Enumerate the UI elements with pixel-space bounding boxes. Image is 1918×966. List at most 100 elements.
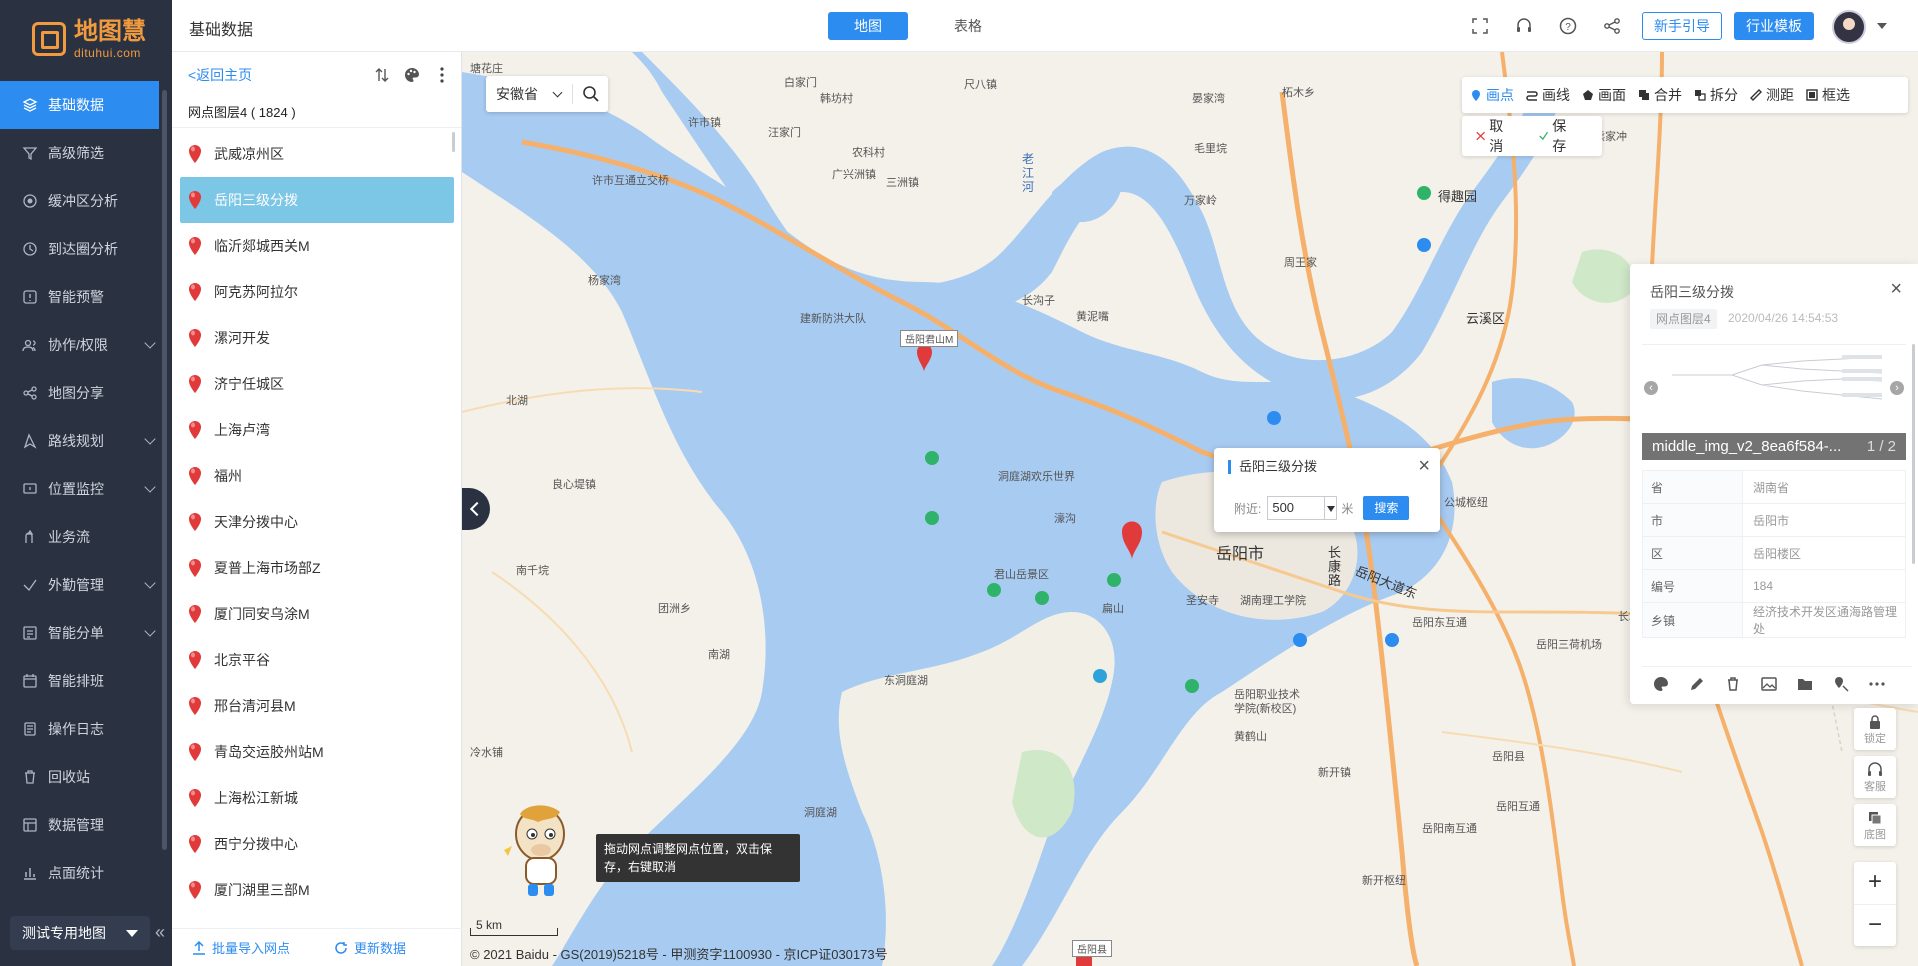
- pin-move-icon[interactable]: [1830, 673, 1852, 695]
- tool-merge[interactable]: 合并: [1638, 85, 1682, 105]
- fullscreen-icon[interactable]: [1468, 14, 1492, 38]
- sidebar-item-9[interactable]: 业务流: [0, 513, 172, 561]
- search-button[interactable]: 搜索: [1363, 496, 1410, 520]
- sidebar-item-16[interactable]: 点面统计: [0, 849, 172, 897]
- list-item[interactable]: 夏普上海市场部Z: [172, 545, 462, 591]
- guide-button[interactable]: 新手引导: [1642, 12, 1722, 40]
- industry-template-button[interactable]: 行业模板: [1734, 12, 1814, 40]
- layer-list-scrollbar[interactable]: [452, 132, 455, 152]
- zoom-out-button[interactable]: −: [1854, 904, 1896, 946]
- radius-input[interactable]: 500: [1267, 496, 1326, 520]
- share-icon[interactable]: [1600, 14, 1624, 38]
- map-selector[interactable]: 测试专用地图: [10, 916, 150, 950]
- update-data-button[interactable]: 更新数据: [334, 938, 428, 957]
- close-icon[interactable]: ×: [1418, 456, 1430, 476]
- zoom-in-button[interactable]: +: [1854, 862, 1896, 904]
- logo[interactable]: 地图慧 dituhui.com: [0, 0, 172, 78]
- more-horizontal-icon[interactable]: [1866, 673, 1888, 695]
- list-item[interactable]: …: [172, 913, 462, 919]
- collapse-sidebar-icon[interactable]: «: [155, 922, 165, 943]
- palette-icon[interactable]: [403, 66, 421, 84]
- sidebar-item-2[interactable]: 缓冲区分析: [0, 177, 172, 225]
- image-caption-text: middle_img_v2_8ea6f584-...: [1652, 438, 1842, 455]
- detail-image-carousel[interactable]: ‹ › middle_img_v2_8ea6f584-... 1 / 2: [1642, 344, 1906, 460]
- list-item[interactable]: 临沂郯城西关M: [172, 223, 462, 269]
- sidebar-item-6[interactable]: 地图分享: [0, 369, 172, 417]
- sidebar-item-label: 缓冲区分析: [48, 193, 118, 209]
- sidebar-item-7[interactable]: 路线规划: [0, 417, 172, 465]
- sidebar-item-11[interactable]: 智能分单: [0, 609, 172, 657]
- map-pin-icon: [189, 237, 201, 255]
- tool-label: 拆分: [1710, 87, 1738, 103]
- list-item[interactable]: 西宁分拨中心: [172, 821, 462, 867]
- batch-import-button[interactable]: 批量导入网点: [192, 938, 312, 957]
- list-item[interactable]: 岳阳三级分拨: [180, 177, 454, 223]
- sidebar-scrollbar[interactable]: [162, 90, 167, 850]
- close-icon[interactable]: ×: [1890, 278, 1902, 301]
- tab-map[interactable]: 地图: [828, 12, 908, 40]
- back-home-link[interactable]: <返回主页: [188, 65, 252, 85]
- delete-icon[interactable]: [1722, 673, 1744, 695]
- sidebar-item-10[interactable]: 外勤管理: [0, 561, 172, 609]
- layer-header[interactable]: 网点图层4 ( 1824 ): [172, 98, 461, 128]
- map-label: 晏家湾: [1192, 93, 1225, 105]
- sidebar-item-4[interactable]: 智能预警: [0, 273, 172, 321]
- more-vertical-icon[interactable]: [433, 66, 451, 84]
- radius-dropdown[interactable]: [1325, 496, 1338, 520]
- headset-icon: [1868, 762, 1882, 776]
- list-item[interactable]: 阿克苏阿拉尔: [172, 269, 462, 315]
- edit-icon[interactable]: [1686, 673, 1708, 695]
- sidebar-item-1[interactable]: 高级筛选: [0, 129, 172, 177]
- sidebar-item-13[interactable]: 操作日志: [0, 705, 172, 753]
- list-item[interactable]: 福州: [172, 453, 462, 499]
- sidebar-item-3[interactable]: 到达圈分析: [0, 225, 172, 273]
- sidebar-item-5[interactable]: 协作/权限: [0, 321, 172, 369]
- sidebar-item-15[interactable]: 数据管理: [0, 801, 172, 849]
- list-item[interactable]: 青岛交运胶州站M: [172, 729, 462, 775]
- list-item[interactable]: 北京平谷: [172, 637, 462, 683]
- list-item[interactable]: 厦门同安乌涂M: [172, 591, 462, 637]
- caret-down-icon[interactable]: [1877, 23, 1887, 29]
- tool-ruler[interactable]: 测距: [1750, 85, 1794, 105]
- tool-line[interactable]: 画线: [1526, 85, 1570, 105]
- sidebar-item-8[interactable]: 位置监控: [0, 465, 172, 513]
- province-select[interactable]: 安徽省: [486, 76, 608, 112]
- image-icon[interactable]: [1758, 673, 1780, 695]
- sidebar-item-0[interactable]: 基础数据: [0, 81, 159, 129]
- sidebar-item-12[interactable]: 智能排班: [0, 657, 172, 705]
- lock-button[interactable]: 锁定: [1854, 708, 1896, 750]
- sort-icon[interactable]: [373, 66, 391, 84]
- map-point-label[interactable]: 岳阳县: [1072, 940, 1112, 957]
- avatar[interactable]: [1832, 10, 1866, 44]
- folder-icon[interactable]: [1794, 673, 1816, 695]
- search-icon[interactable]: [582, 85, 600, 106]
- basemap-button[interactable]: 底图: [1854, 804, 1896, 846]
- cancel-button[interactable]: 取消: [1476, 116, 1525, 156]
- tool-box[interactable]: 框选: [1806, 85, 1850, 105]
- tool-split[interactable]: 拆分: [1694, 85, 1738, 105]
- list-item[interactable]: 邢台清河县M: [172, 683, 462, 729]
- tool-poly[interactable]: 画面: [1582, 85, 1626, 105]
- detail-scrollbar[interactable]: [1912, 344, 1915, 564]
- list-item[interactable]: 厦门湖里三部M: [172, 867, 462, 913]
- list-item[interactable]: 天津分拨中心: [172, 499, 462, 545]
- sidebar-item-14[interactable]: 回收站: [0, 753, 172, 801]
- list-item[interactable]: 漯河开发: [172, 315, 462, 361]
- headset-icon[interactable]: [1512, 14, 1536, 38]
- tool-pin[interactable]: 画点: [1470, 85, 1514, 105]
- top-header: 基础数据 地图 表格 ? 新手引导 行业模板: [172, 0, 1918, 52]
- list-item[interactable]: 济宁任城区: [172, 361, 462, 407]
- customer-service-button[interactable]: 客服: [1854, 756, 1896, 798]
- list-item[interactable]: 武威凉州区: [172, 131, 462, 177]
- help-icon[interactable]: ?: [1556, 14, 1580, 38]
- list-item[interactable]: 上海卢湾: [172, 407, 462, 453]
- carousel-prev-icon[interactable]: ‹: [1644, 381, 1658, 395]
- box-icon: [1806, 89, 1818, 101]
- carousel-next-icon[interactable]: ›: [1890, 381, 1904, 395]
- list-item[interactable]: 上海松江新城: [172, 775, 462, 821]
- tab-table[interactable]: 表格: [928, 12, 1008, 40]
- palette-icon[interactable]: [1650, 673, 1672, 695]
- field-value: 湖南省: [1742, 470, 1906, 504]
- save-button[interactable]: 保存: [1539, 116, 1588, 156]
- map-point-label[interactable]: 岳阳君山M: [900, 330, 959, 347]
